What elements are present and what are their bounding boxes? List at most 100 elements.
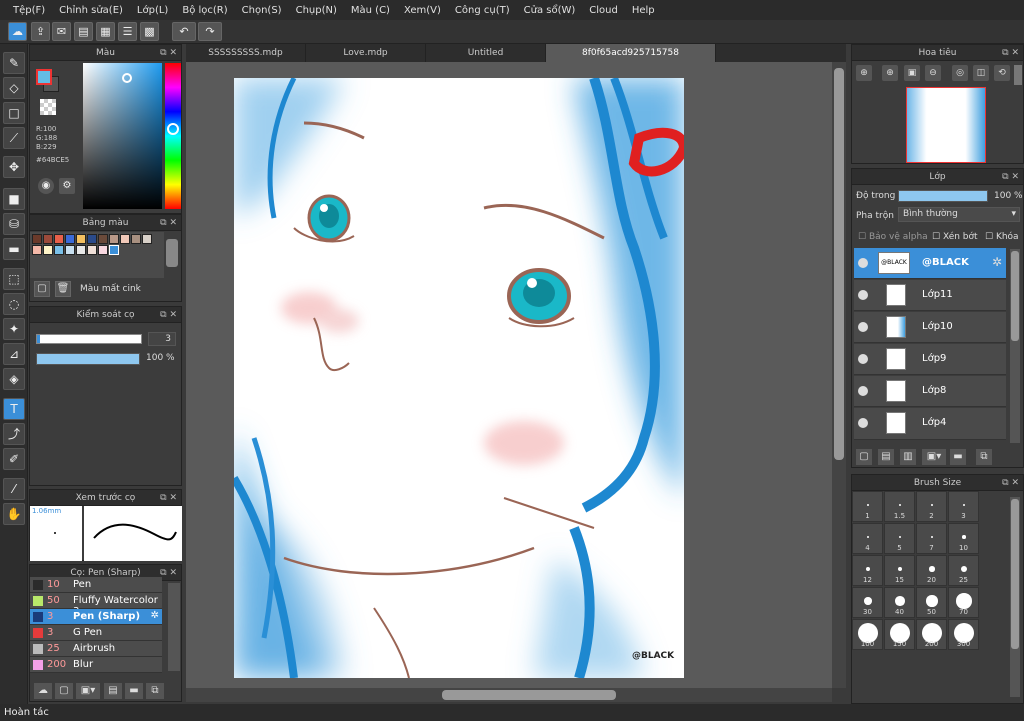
swatch[interactable] <box>43 245 53 255</box>
menu-window[interactable]: Cửa sổ(W) <box>517 5 583 16</box>
brush-size-cell[interactable]: 3 <box>948 491 979 522</box>
brush-item-gpen[interactable]: 3 G Pen <box>30 625 162 641</box>
cloud-brush-icon[interactable]: ☁ <box>34 683 52 699</box>
blend-mode-select[interactable]: Bình thường ▾ <box>898 207 1020 222</box>
palette-scrollbar[interactable] <box>166 239 178 267</box>
tab-sssssssss[interactable]: SSSSSSSSS.mdp <box>186 44 306 62</box>
swatch[interactable] <box>109 234 119 244</box>
menu-tools[interactable]: Công cụ(T) <box>448 5 517 16</box>
zoom-out-icon[interactable]: ⊖ <box>925 65 941 81</box>
eraser-tool-icon[interactable]: ◇ <box>3 77 25 99</box>
swatch[interactable] <box>87 234 97 244</box>
tab-untitled[interactable]: Untitled <box>426 44 546 62</box>
swatch[interactable] <box>98 234 108 244</box>
layer-10[interactable]: Lớp10 <box>854 312 1006 343</box>
brush-copy-icon[interactable]: ⧉ <box>146 683 164 699</box>
palette-name[interactable]: Màu mất cink <box>80 284 141 294</box>
new-brush-icon[interactable]: ▢ <box>55 683 73 699</box>
menu-filter[interactable]: Bộ lọc(R) <box>175 5 234 16</box>
swatch[interactable] <box>87 245 97 255</box>
swatch[interactable] <box>76 234 86 244</box>
lock-checkbox[interactable]: ☐ Khóa <box>985 232 1019 242</box>
brush-size-cell[interactable]: 100 <box>852 619 883 650</box>
brush-size-cell[interactable]: 20 <box>916 555 947 586</box>
panel-close-icon[interactable]: ⧉ ✕ <box>160 45 177 61</box>
brush-item-pen[interactable]: 10 Pen <box>30 577 162 593</box>
swatch[interactable] <box>43 234 53 244</box>
new-1bit-layer-icon[interactable]: ▥ <box>900 449 916 465</box>
menu-view[interactable]: Xem(V) <box>397 5 448 16</box>
color-picker-cursor[interactable] <box>122 73 132 83</box>
panel-close-icon[interactable]: ⧉ ✕ <box>1002 45 1019 61</box>
fill-rect-icon[interactable]: ■ <box>3 188 25 210</box>
menu-file[interactable]: Tệp(F) <box>6 5 52 16</box>
brush-size-cell[interactable]: 7 <box>916 523 947 554</box>
panel-close-icon[interactable]: ⧉ ✕ <box>1002 475 1019 491</box>
panel-close-icon[interactable]: ⧉ ✕ <box>160 215 177 231</box>
brush-size-cell[interactable]: 2 <box>916 491 947 522</box>
brush-size-cell[interactable]: 200 <box>916 619 947 650</box>
brush-item-airbrush[interactable]: 25 Airbrush <box>30 641 162 657</box>
layer-4[interactable]: Lớp4 <box>854 408 1006 440</box>
new-halftone-layer-icon[interactable]: ▤ <box>878 449 894 465</box>
layer-scrollbar[interactable] <box>1010 249 1020 443</box>
new-palette-icon[interactable]: ▢ <box>34 281 50 297</box>
panel-close-icon[interactable]: ⧉ ✕ <box>160 565 177 581</box>
brush-size-cell[interactable]: 10 <box>948 523 979 554</box>
brush-item-pen-sharp[interactable]: 3 Pen (Sharp) ✲ <box>30 609 162 625</box>
eye-icon[interactable] <box>858 354 868 364</box>
add-brush-icon[interactable]: ▣▾ <box>76 683 100 699</box>
grid-icon[interactable]: ▩ <box>140 22 159 41</box>
layer-8[interactable]: Lớp8 <box>854 376 1006 407</box>
cloud-icon[interactable]: ☁ <box>8 22 27 41</box>
menu-layer[interactable]: Lớp(L) <box>130 5 175 16</box>
clip-checkbox[interactable]: ☐ Xén bớt <box>932 232 978 242</box>
brush-item-blur[interactable]: 200 Blur <box>30 657 162 673</box>
add-layer-dropdown-icon[interactable]: ▣▾ <box>922 449 946 465</box>
rect-select-icon[interactable]: □ <box>3 102 25 124</box>
brush-size-cell[interactable]: 30 <box>852 587 883 618</box>
panel-close-icon[interactable]: ⧉ ✕ <box>160 490 177 506</box>
gear-icon[interactable]: ✲ <box>151 610 159 621</box>
eye-icon[interactable] <box>858 258 868 268</box>
panel-close-icon[interactable]: ⧉ ✕ <box>1002 169 1019 185</box>
swatch[interactable] <box>109 245 119 255</box>
brush-size-cell[interactable]: 1 <box>852 491 883 522</box>
protect-alpha-checkbox[interactable]: ☐ Bảo vệ alpha <box>858 232 928 242</box>
brush-size-cell[interactable]: 70 <box>948 587 979 618</box>
menu-cloud[interactable]: Cloud <box>582 5 625 16</box>
layer-9[interactable]: Lớp9 <box>854 344 1006 375</box>
folder-icon[interactable]: ▬ <box>950 449 966 465</box>
zoom-fit-icon[interactable]: ⊕ <box>856 65 872 81</box>
fit-window-icon[interactable]: ▣ <box>904 65 920 81</box>
brush-opacity-slider[interactable] <box>36 353 140 365</box>
select-eraser-icon[interactable]: ◈ <box>3 368 25 390</box>
transparent-color-swatch[interactable] <box>40 99 56 115</box>
eye-icon[interactable] <box>858 418 868 428</box>
layer-black[interactable]: @BLACK @BLACK ✲ <box>854 248 1006 279</box>
eye-icon[interactable] <box>858 386 868 396</box>
swatch[interactable] <box>98 245 108 255</box>
swatch[interactable] <box>131 234 141 244</box>
eye-icon[interactable] <box>858 290 868 300</box>
swatch[interactable] <box>32 245 42 255</box>
undo-icon[interactable]: ↶ <box>172 22 196 41</box>
text-tool-icon[interactable]: T <box>3 398 25 420</box>
brush-size-cell[interactable]: 12 <box>852 555 883 586</box>
menu-color[interactable]: Màu (C) <box>344 5 397 16</box>
select-pen-icon[interactable]: ⊿ <box>3 343 25 365</box>
divide-tool-icon[interactable]: ✐ <box>3 448 25 470</box>
redo-icon[interactable]: ↷ <box>198 22 222 41</box>
swatch[interactable] <box>54 234 64 244</box>
brush-size-cell[interactable]: 15 <box>884 555 915 586</box>
brush-size-scrollbar[interactable] <box>1010 497 1020 697</box>
swatch[interactable] <box>120 234 130 244</box>
swatch[interactable] <box>54 245 64 255</box>
vertical-scrollbar[interactable] <box>832 62 846 688</box>
reset-view-icon[interactable]: ⟲ <box>994 65 1010 81</box>
lasso-tool-icon[interactable]: ◌ <box>3 293 25 315</box>
gradient-tool-icon[interactable]: ▬ <box>3 238 25 260</box>
panel-close-icon[interactable]: ⧉ ✕ <box>160 307 177 323</box>
operation-tool-icon[interactable]: ⤴ <box>3 423 25 445</box>
rotate-icon[interactable]: ◎ <box>952 65 968 81</box>
